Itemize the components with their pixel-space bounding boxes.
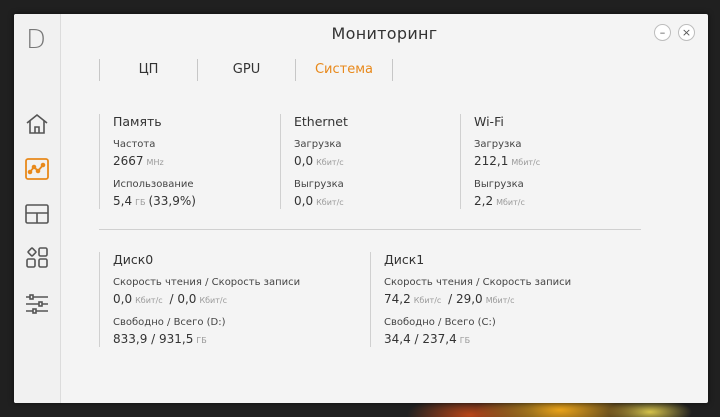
disk1-write-unit: Мбит/с [485, 296, 515, 305]
sidebar: D [14, 14, 61, 403]
disk1-space-label: Свободно / Всего (C:) [384, 317, 496, 328]
wifi-download-label: Загрузка [474, 139, 522, 150]
memory-title: Память [113, 114, 162, 129]
memory-frequency-unit: MHz [146, 158, 164, 167]
wifi-panel: Wi-Fi Загрузка 212,1 Мбит/с Выгрузка 2,2 М… [460, 114, 640, 214]
tab-system[interactable]: Система [295, 59, 393, 81]
sidebar-item-settings[interactable] [23, 290, 51, 318]
ethernet-upload-unit: Кбит/с [316, 198, 344, 207]
disk1-free-number: 34,4 [384, 332, 411, 346]
sidebar-item-monitoring[interactable] [23, 155, 51, 183]
window-title: Мониторинг [331, 24, 438, 43]
disk0-space-value: 833,9 / 931,5 ГБ [113, 332, 207, 346]
panel-divider [280, 114, 281, 209]
apps-grid-icon [26, 247, 48, 268]
wifi-download-number: 212,1 [474, 154, 509, 168]
wifi-upload-number: 2,2 [474, 194, 494, 208]
memory-panel: Память Частота 2667 MHz Использование 5,4… [99, 114, 279, 214]
wifi-upload-label: Выгрузка [474, 179, 524, 190]
close-icon: × [681, 26, 692, 39]
disk0-space-unit: ГБ [196, 336, 207, 345]
panel-divider [370, 252, 371, 347]
disk0-read-unit: Кбит/с [135, 296, 163, 305]
sliders-icon [26, 294, 48, 314]
minimize-icon: – [659, 26, 666, 39]
disk1-read-unit: Кбит/с [413, 296, 442, 305]
panel-divider [99, 114, 100, 209]
memory-usage-label: Использование [113, 179, 194, 190]
wifi-title: Wi-Fi [474, 114, 504, 129]
disk0-free-number: 833,9 [113, 332, 148, 346]
home-icon [26, 113, 48, 134]
disk0-space-label: Свободно / Всего (D:) [113, 317, 226, 328]
disk0-write-number: 0,0 [177, 292, 197, 306]
panel-divider [99, 252, 100, 347]
disk1-space-value: 34,4 / 237,4 ГБ [384, 332, 471, 346]
disk1-space-unit: ГБ [459, 336, 471, 345]
disk0-speed-value: 0,0 Кбит/с / 0,0 Кбит/с [113, 292, 228, 306]
ethernet-upload-value: 0,0 Кбит/с [294, 194, 347, 208]
ethernet-download-unit: Кбит/с [316, 158, 344, 167]
disk0-read-number: 0,0 [113, 292, 133, 306]
wifi-upload-value: 2,2 Мбит/с [474, 194, 528, 208]
memory-usage-unit: ГБ [135, 198, 146, 207]
disk0-title: Диск0 [113, 252, 154, 267]
ethernet-download-value: 0,0 Кбит/с [294, 154, 347, 168]
wifi-download-value: 212,1 Мбит/с [474, 154, 543, 168]
disk1-total-number: 237,4 [422, 332, 457, 346]
tab-bar: ЦП GPU Система [99, 59, 393, 81]
ethernet-title: Ethernet [294, 114, 348, 129]
ethernet-upload-number: 0,0 [294, 194, 314, 208]
wifi-upload-unit: Мбит/с [496, 198, 525, 207]
monitoring-window: D Мониторинг – × ЦП GPU Система Память Ч… [14, 14, 708, 403]
memory-usage-number: 5,4 [113, 194, 133, 208]
memory-frequency-value: 2667 MHz [113, 154, 167, 168]
monitor-graph-icon [25, 158, 49, 180]
ethernet-download-label: Загрузка [294, 139, 342, 150]
sidebar-item-layout[interactable] [23, 200, 51, 228]
close-button[interactable]: × [678, 24, 695, 41]
disk1-speed-label: Скорость чтения / Скорость записи [384, 277, 572, 288]
minimize-button[interactable]: – [654, 24, 671, 41]
ethernet-upload-label: Выгрузка [294, 179, 344, 190]
memory-usage-value: 5,4 ГБ (33,9%) [113, 194, 196, 208]
tab-gpu[interactable]: GPU [197, 59, 295, 81]
disk0-panel: Диск0 Скорость чтения / Скорость записи … [99, 252, 369, 352]
disk1-write-number: 29,0 [455, 292, 483, 306]
section-divider [99, 229, 641, 230]
memory-frequency-label: Частота [113, 139, 156, 150]
disk0-total-number: 931,5 [159, 332, 194, 346]
disk0-speed-label: Скорость чтения / Скорость записи [113, 277, 301, 288]
disk1-speed-value: 74,2 Кбит/с / 29,0 Мбит/с [384, 292, 515, 306]
layout-icon [25, 204, 49, 224]
sidebar-item-home[interactable] [23, 110, 51, 138]
tab-cpu[interactable]: ЦП [99, 59, 197, 81]
app-logo: D [26, 25, 47, 55]
wifi-download-unit: Мбит/с [511, 158, 541, 167]
memory-usage-percent: (33,9%) [148, 194, 196, 208]
memory-frequency-number: 2667 [113, 154, 144, 168]
disk0-write-unit: Кбит/с [199, 296, 228, 305]
panel-divider [460, 114, 461, 209]
disk1-title: Диск1 [384, 252, 425, 267]
ethernet-panel: Ethernet Загрузка 0,0 Кбит/с Выгрузка 0,0… [280, 114, 460, 214]
ethernet-download-number: 0,0 [294, 154, 314, 168]
disk1-panel: Диск1 Скорость чтения / Скорость записи … [370, 252, 640, 352]
disk1-read-number: 74,2 [384, 292, 411, 306]
sidebar-item-apps[interactable] [23, 245, 51, 273]
